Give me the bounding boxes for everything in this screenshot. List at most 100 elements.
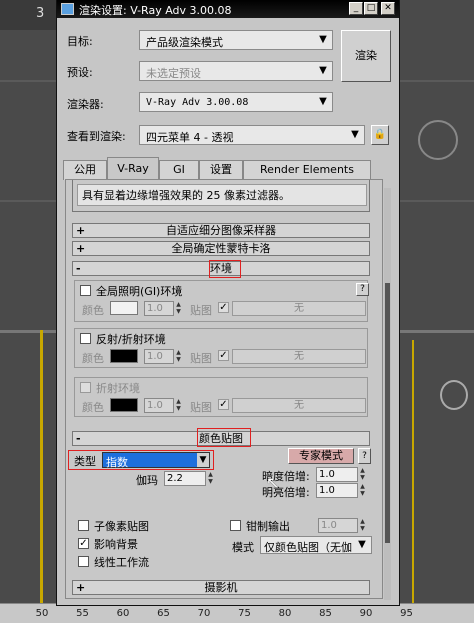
scrollbar-thumb[interactable] [385, 283, 390, 543]
refr-multiplier[interactable]: 1.0 [144, 398, 174, 413]
linear-workflow-checkbox[interactable] [78, 556, 89, 567]
refl-env-label: 反射/折射环境 [96, 333, 166, 346]
target-label: 目标: [67, 35, 93, 48]
refr-map-checkbox[interactable]: ✓ [218, 399, 229, 410]
rollout-label: 自适应细分图像采样器 [166, 224, 276, 237]
renderer-label: 渲染器: [67, 98, 104, 111]
refr-env-checkbox[interactable] [80, 382, 91, 393]
viewport-object [440, 380, 468, 410]
highlight-box [197, 428, 251, 447]
title-bar[interactable]: 渲染设置: V-Ray Adv 3.00.08 _ □ ✕ [57, 0, 399, 18]
refr-color-swatch[interactable] [110, 398, 138, 412]
spinner-arrows-icon[interactable]: ▲ ▼ [206, 471, 215, 486]
help-button[interactable]: ? [358, 448, 371, 464]
expert-mode-button[interactable]: 专家模式 [288, 448, 354, 464]
viewport-object [418, 120, 458, 160]
ruler-tick-label: 75 [238, 608, 251, 619]
rollout-label: 全局确定性蒙特卡洛 [171, 242, 271, 255]
gi-env-checkbox[interactable] [80, 285, 91, 296]
mode-label: 模式 [232, 541, 254, 554]
ruler-tick-label: 65 [157, 608, 170, 619]
scrollbar-track[interactable] [384, 188, 391, 600]
refl-map-label: 贴图 [190, 352, 212, 365]
active-viewport-border [40, 330, 43, 605]
renderer-value: V-Ray Adv 3.00.08 [146, 97, 249, 108]
timeline-ruler[interactable]: 50 55 60 65 70 75 80 85 90 95 [0, 603, 474, 623]
clamp-label: 钳制输出 [246, 520, 290, 533]
toolbar-strip: 3 [0, 0, 60, 30]
preset-dropdown[interactable]: 未选定预设 ▼ [139, 61, 333, 81]
chevron-down-icon: ▼ [197, 453, 209, 467]
type-dropdown[interactable]: 指数 ▼ [102, 452, 210, 469]
gi-map-label: 贴图 [190, 304, 212, 317]
vray-settings-panel: 具有显着边缘增强效果的 25 像素过滤器。 + 自适应细分图像采样器 + 全局确… [65, 179, 383, 599]
chevron-down-icon: ▼ [358, 539, 366, 550]
toolbar-number: 3 [36, 6, 45, 21]
tab-vray[interactable]: V-Ray [107, 157, 159, 180]
tab-gi[interactable]: GI [159, 160, 199, 180]
gi-map-checkbox[interactable]: ✓ [218, 302, 229, 313]
maximize-icon[interactable]: □ [364, 2, 378, 15]
preset-value: 未选定预设 [146, 67, 201, 80]
chevron-down-icon: ▼ [351, 129, 359, 140]
renderer-dropdown[interactable]: V-Ray Adv 3.00.08 ▼ [139, 92, 333, 112]
filter-description-box: 具有显着边缘增强效果的 25 像素过滤器。 [72, 180, 370, 212]
view-value: 四元菜单 4 - 透视 [146, 131, 234, 144]
target-value: 产品级渲染模式 [146, 36, 223, 49]
refl-env-checkbox[interactable] [80, 333, 91, 344]
viewport-grid-line [400, 200, 474, 202]
bright-multiplier-spinner[interactable]: 1.0 [316, 483, 358, 498]
spinner-arrows-icon[interactable]: ▲ ▼ [358, 518, 367, 533]
refl-color-label: 颜色 [82, 352, 104, 365]
spinner-arrows-icon[interactable]: ▲ ▼ [358, 483, 367, 498]
subpixel-checkbox[interactable] [78, 520, 89, 531]
tab-settings[interactable]: 设置 [199, 160, 243, 180]
spinner-arrows-icon[interactable]: ▲ ▼ [358, 467, 367, 482]
view-dropdown[interactable]: 四元菜单 4 - 透视 ▼ [139, 125, 365, 145]
chevron-down-icon: ▼ [319, 34, 327, 45]
ruler-tick-label: 95 [400, 608, 413, 619]
refr-map-button[interactable]: 无 [232, 398, 366, 413]
expand-icon: + [76, 581, 86, 594]
rollout-global-dmc[interactable]: + 全局确定性蒙特卡洛 [72, 241, 370, 256]
render-button[interactable]: 渲染 [341, 30, 391, 82]
rollout-camera[interactable]: + 摄影机 [72, 580, 370, 595]
gi-map-button[interactable]: 无 [232, 301, 366, 316]
ruler-tick-label: 55 [76, 608, 89, 619]
mode-value: 仅颜色贴图（无伽 [264, 541, 352, 554]
lock-icon[interactable]: 🔒 [371, 125, 389, 145]
window-title: 渲染设置: V-Ray Adv 3.00.08 [79, 4, 232, 17]
highlight-box [209, 260, 241, 278]
clamp-checkbox[interactable] [230, 520, 241, 531]
spinner-arrows-icon[interactable]: ▲ ▼ [174, 349, 183, 364]
active-viewport-border [412, 340, 414, 605]
refl-color-swatch[interactable] [110, 349, 138, 363]
spinner-arrows-icon[interactable]: ▲ ▼ [174, 301, 183, 316]
spinner-arrows-icon[interactable]: ▲ ▼ [174, 398, 183, 413]
minimize-icon[interactable]: _ [349, 2, 363, 15]
help-button[interactable]: ? [356, 283, 369, 296]
gi-multiplier[interactable]: 1.0 [144, 301, 174, 316]
viewport-grid-line [0, 80, 56, 82]
tab-render-elements[interactable]: Render Elements [243, 160, 371, 180]
collapse-icon: - [76, 432, 81, 445]
chevron-down-icon: ▼ [319, 96, 327, 107]
close-icon[interactable]: ✕ [381, 2, 395, 15]
mode-dropdown[interactable]: 仅颜色贴图（无伽 ▼ [260, 536, 372, 554]
affect-background-checkbox[interactable]: ✓ [78, 538, 89, 549]
viewport-divider [0, 330, 56, 333]
clamp-value[interactable]: 1.0 [318, 518, 358, 533]
tab-common[interactable]: 公用 [63, 160, 107, 180]
ruler-tick-label: 80 [278, 608, 292, 619]
target-dropdown[interactable]: 产品级渲染模式 ▼ [139, 30, 333, 50]
viewport-grid-line [400, 80, 474, 82]
refr-color-label: 颜色 [82, 401, 104, 414]
gi-color-swatch[interactable] [110, 301, 138, 315]
refl-multiplier[interactable]: 1.0 [144, 349, 174, 364]
dark-multiplier-spinner[interactable]: 1.0 [316, 467, 358, 482]
rollout-adaptive-sampler[interactable]: + 自适应细分图像采样器 [72, 223, 370, 238]
refl-map-checkbox[interactable]: ✓ [218, 350, 229, 361]
collapse-icon: - [76, 262, 81, 275]
gamma-spinner[interactable]: 2.2 [164, 471, 206, 486]
refl-map-button[interactable]: 无 [232, 349, 366, 364]
